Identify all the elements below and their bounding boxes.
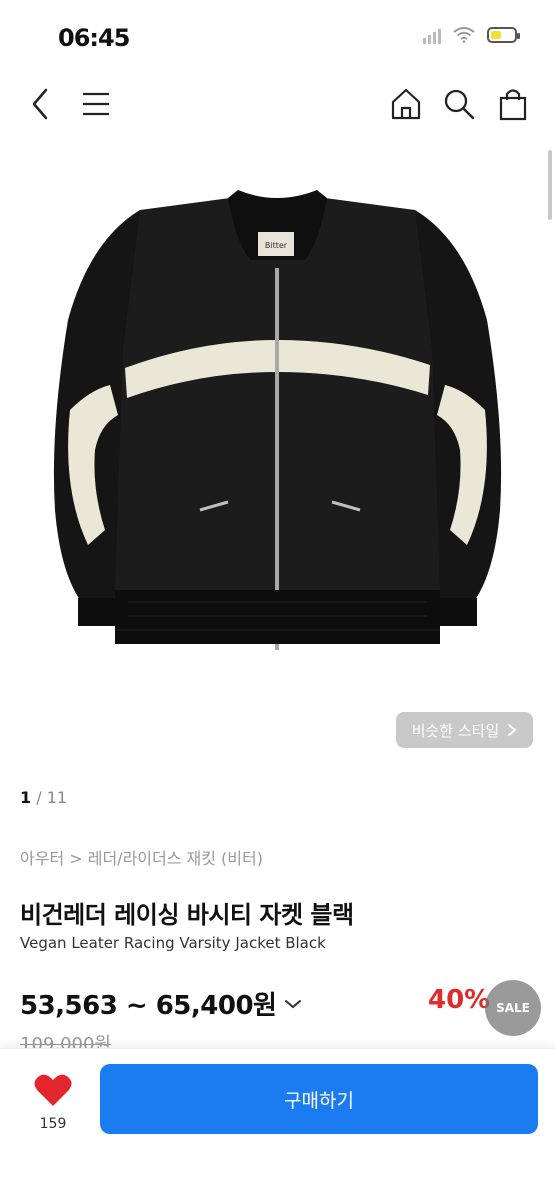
like-button[interactable]: 159: [30, 1072, 76, 1132]
similar-style-button[interactable]: 비슷한 스타일: [396, 712, 533, 748]
like-count: 159: [39, 1116, 67, 1132]
heart-icon: [34, 1074, 72, 1106]
product-image[interactable]: Bitter: [0, 150, 555, 705]
signal-icon: [423, 26, 441, 44]
status-time: 06:45: [58, 24, 130, 52]
price-range: 53,563 ~ 65,400원: [20, 991, 277, 1021]
page-separator: /: [36, 788, 42, 807]
chevron-right-icon: [508, 724, 517, 736]
price-range-selector[interactable]: 53,563 ~ 65,400원: [20, 985, 302, 1022]
wifi-icon: [453, 27, 475, 43]
current-image-index: 1: [20, 788, 32, 807]
total-image-count: 11: [46, 788, 68, 807]
search-icon[interactable]: [442, 86, 476, 122]
chevron-left-icon[interactable]: [28, 86, 52, 122]
product-title: 비건레더 레이싱 바시티 자켓 블랙: [20, 901, 354, 929]
home-icon[interactable]: [389, 86, 423, 122]
status-icons: [423, 26, 520, 44]
similar-style-label: 비슷한 스타일: [411, 721, 500, 740]
sale-badge[interactable]: SALE: [485, 980, 541, 1036]
product-subtitle: Vegan Leater Racing Varsity Jacket Black: [20, 934, 326, 952]
hamburger-menu-icon[interactable]: [80, 86, 112, 122]
image-page-indicator: 1 / 11: [20, 788, 67, 807]
discount-rate: 40%: [428, 985, 491, 1015]
chevron-down-icon: [285, 999, 302, 1008]
scrollbar[interactable]: [548, 150, 552, 220]
breadcrumb[interactable]: 아우터 > 레더/라이더스 재킷 (비터): [20, 845, 263, 869]
shopping-bag-icon[interactable]: [497, 86, 529, 122]
buy-button[interactable]: 구매하기: [100, 1064, 538, 1134]
brand-tag-text: Bitter: [265, 241, 288, 250]
top-nav: [0, 80, 555, 128]
status-bar: 06:45: [0, 0, 555, 72]
jacket-image: Bitter: [53, 190, 502, 650]
battery-icon: [487, 27, 520, 43]
